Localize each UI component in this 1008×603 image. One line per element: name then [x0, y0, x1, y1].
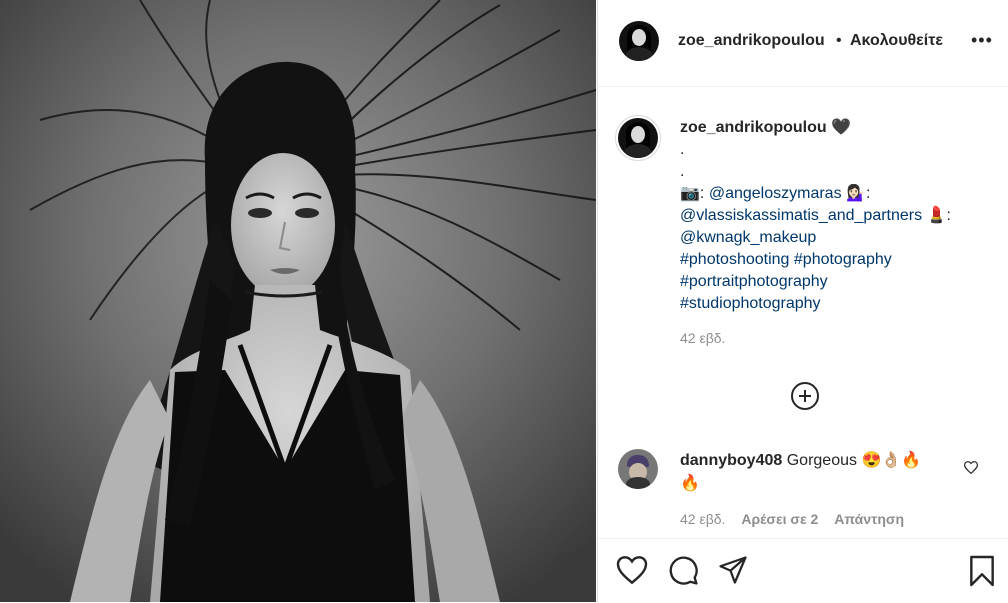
share-icon[interactable]	[718, 555, 748, 585]
mention-photographer[interactable]: @angeloszymaras	[709, 185, 842, 202]
hashtag-link[interactable]: #studiophotography	[680, 295, 821, 312]
caption-username[interactable]: zoe_andrikopoulou	[680, 119, 827, 136]
camera-emoji: 📷	[680, 185, 700, 202]
comment-icon[interactable]	[668, 555, 699, 586]
caption-colon: :	[699, 185, 705, 202]
caption-dot: .	[680, 141, 685, 158]
comment-meta: 42 εβδ. Αρέσει σε 2 Απάντηση	[680, 511, 916, 527]
add-comment-icon[interactable]	[791, 382, 819, 410]
caption-dot: .	[680, 163, 685, 180]
comment-like-heart-icon[interactable]	[964, 461, 978, 474]
post-actions	[598, 538, 1008, 603]
black-heart-emoji: 🖤	[831, 119, 852, 136]
comment-emojis: 🔥	[680, 475, 700, 492]
lipstick-emoji: 💄	[926, 207, 947, 224]
reply-button[interactable]: Απάντηση	[834, 511, 904, 527]
caption-timestamp[interactable]: 42 εβδ.	[680, 327, 980, 349]
post-detail-panel: zoe_andrikopoulou • Ακολουθείτε ••• zoe_…	[597, 0, 1008, 602]
author-avatar[interactable]	[619, 21, 659, 61]
post-caption: zoe_andrikopoulou 🖤 . . 📷: @angeloszymar…	[680, 117, 980, 349]
commenter-username[interactable]: dannyboy408	[680, 452, 782, 469]
comment-timestamp[interactable]: 42 εβδ.	[680, 511, 725, 527]
portrait-image	[0, 0, 596, 602]
post-header: zoe_andrikopoulou • Ακολουθείτε •••	[598, 0, 1008, 87]
comment-likes[interactable]: Αρέσει σε 2	[741, 511, 818, 527]
post-photo[interactable]	[0, 0, 596, 602]
caption-avatar[interactable]	[618, 118, 658, 158]
following-button[interactable]: Ακολουθείτε	[850, 32, 943, 50]
author-username[interactable]: zoe_andrikopoulou	[678, 32, 825, 50]
comment-text: Gorgeous	[786, 452, 857, 469]
mention-makeup[interactable]: @kwnagk_makeup	[680, 229, 816, 246]
hashtag-link[interactable]: #photoshooting	[680, 251, 789, 268]
comment-emojis: 😍👌🏼🔥	[861, 452, 922, 469]
comment-body: dannyboy408 Gorgeous 😍👌🏼🔥 🔥	[680, 449, 970, 495]
hashtag-link[interactable]: #photography	[794, 251, 892, 268]
more-icon[interactable]: •••	[971, 30, 993, 51]
woman-emoji: 💁🏻‍♀️	[846, 185, 866, 202]
heart-icon[interactable]	[616, 555, 648, 585]
hashtag-link[interactable]: #portraitphotography	[680, 273, 828, 290]
mention-stylist[interactable]: @vlassiskassimatis_and_partners	[680, 207, 922, 224]
caption-colon: :	[865, 185, 871, 202]
header-separator: •	[836, 32, 842, 49]
commenter-avatar[interactable]	[618, 449, 658, 489]
bookmark-icon[interactable]	[968, 555, 996, 587]
caption-colon: :	[946, 207, 951, 224]
